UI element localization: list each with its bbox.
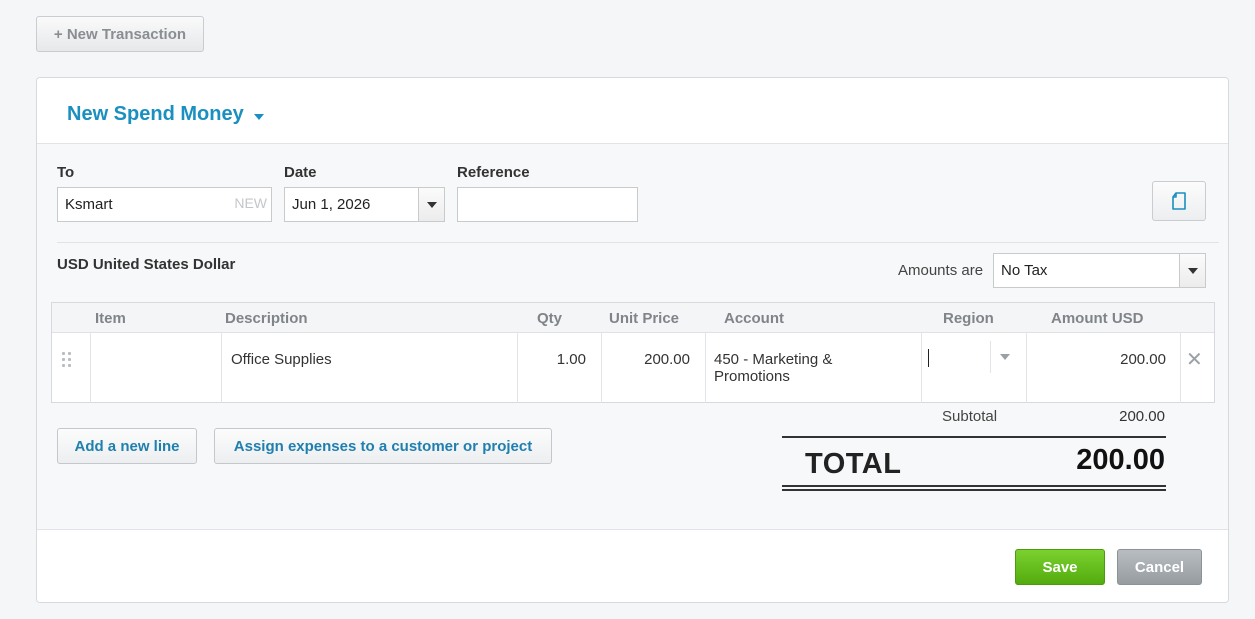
- description-cell[interactable]: Office Supplies: [231, 351, 332, 368]
- account-cell[interactable]: 450 - Marketing & Promotions: [714, 351, 832, 385]
- qty-cell[interactable]: 1.00: [522, 351, 586, 368]
- total-underline-2: [782, 489, 1166, 491]
- text-cursor: [928, 349, 929, 367]
- col-amount: Amount USD: [1051, 310, 1144, 327]
- document-icon: [1172, 192, 1186, 210]
- tax-mode-dropdown-button[interactable]: [1179, 254, 1205, 287]
- chevron-down-icon: [426, 201, 437, 208]
- new-transaction-button[interactable]: + New Transaction: [36, 16, 204, 52]
- date-label: Date: [284, 164, 317, 181]
- date-picker-button[interactable]: [418, 188, 444, 221]
- drag-handle-icon[interactable]: [62, 352, 74, 372]
- col-item: Item: [95, 310, 126, 327]
- region-dropdown-button[interactable]: [1000, 354, 1010, 360]
- total-underline: [782, 485, 1166, 487]
- total-divider: [782, 436, 1166, 438]
- panel-footer: Save Cancel: [37, 529, 1228, 602]
- chevron-down-icon: [1187, 267, 1198, 274]
- save-button[interactable]: Save: [1015, 549, 1105, 585]
- tax-mode-select[interactable]: No Tax: [993, 253, 1206, 288]
- to-value: Ksmart: [65, 196, 113, 213]
- section-divider: [57, 242, 1219, 243]
- reference-label: Reference: [457, 164, 530, 181]
- subtotal-value: 200.00: [1119, 408, 1165, 425]
- col-qty: Qty: [537, 310, 563, 327]
- col-region: Region: [943, 310, 994, 327]
- tax-mode-value: No Tax: [1001, 262, 1048, 279]
- transaction-type-dropdown[interactable]: New Spend Money: [67, 103, 264, 126]
- date-field[interactable]: Jun 1, 2026: [284, 187, 445, 222]
- line-items-table: Item Description Qty Unit Price Account …: [51, 302, 1215, 403]
- add-line-button[interactable]: Add a new line: [57, 428, 197, 464]
- total-label: TOTAL: [805, 448, 902, 480]
- date-value: Jun 1, 2026: [292, 196, 371, 213]
- to-field[interactable]: Ksmart NEW: [57, 187, 272, 222]
- account-line-1: 450 - Marketing &: [714, 351, 833, 368]
- col-description: Description: [225, 310, 308, 327]
- region-select[interactable]: [922, 333, 1026, 403]
- chevron-down-icon: [1000, 354, 1010, 360]
- remove-line-icon[interactable]: ✕: [1186, 347, 1203, 372]
- new-contact-tag: NEW: [234, 195, 267, 211]
- table-header: Item Description Qty Unit Price Account …: [52, 303, 1214, 333]
- attach-file-button[interactable]: [1152, 181, 1206, 221]
- cancel-button[interactable]: Cancel: [1117, 549, 1202, 585]
- unit-price-cell[interactable]: 200.00: [607, 351, 690, 368]
- currency-label: USD United States Dollar: [57, 256, 236, 273]
- account-line-2: Promotions: [714, 368, 790, 385]
- amounts-are-label: Amounts are: [898, 262, 984, 279]
- amount-cell: 200.00: [1120, 351, 1166, 368]
- chevron-down-icon: [253, 113, 264, 120]
- assign-expenses-button[interactable]: Assign expenses to a customer or project: [214, 428, 552, 464]
- subtotal-label: Subtotal: [942, 408, 998, 425]
- total-value: 200.00: [1076, 444, 1165, 476]
- col-account: Account: [724, 310, 784, 327]
- panel-body: To Ksmart NEW Date Jun 1, 2026 Reference…: [37, 144, 1228, 529]
- col-unit-price: Unit Price: [609, 310, 680, 327]
- reference-field[interactable]: [457, 187, 638, 222]
- panel-header: New Spend Money: [37, 78, 1228, 144]
- to-label: To: [57, 164, 75, 181]
- spend-money-panel: New Spend Money To Ksmart NEW Date Jun 1…: [36, 77, 1229, 603]
- page-title: New Spend Money: [67, 103, 244, 125]
